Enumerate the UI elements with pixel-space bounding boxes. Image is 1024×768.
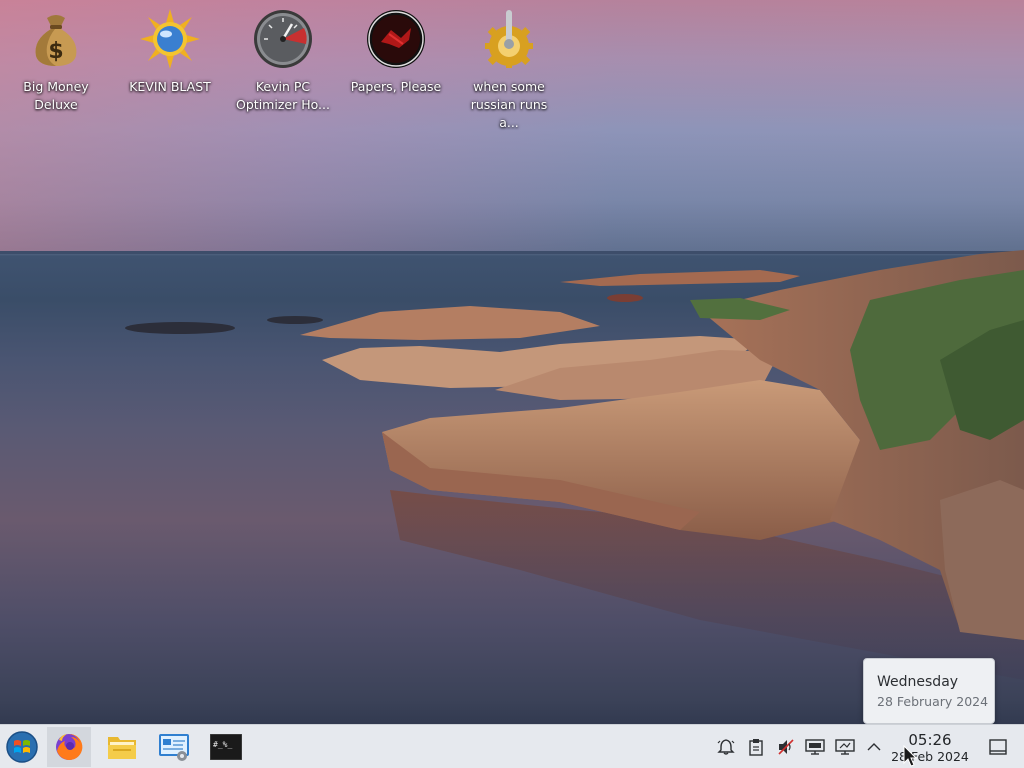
display-icon [805, 739, 825, 755]
firefox-launcher-button[interactable] [47, 727, 91, 767]
volume-tray-button[interactable] [776, 737, 796, 757]
taskbar: #_%_ 05:26 28 Feb 2024 [0, 724, 1024, 768]
mouse-cursor-icon [903, 745, 917, 767]
digital-clock[interactable]: 05:26 28 Feb 2024 [888, 731, 972, 765]
gear-joystick-icon [485, 10, 533, 68]
papers-please-emblem-icon [367, 10, 425, 68]
desktop-icon-papers-please[interactable]: Papers, Please [346, 8, 446, 96]
network-tray-button[interactable] [835, 737, 855, 757]
display-tray-button[interactable] [805, 737, 825, 757]
desktop-icon-label: Papers, Please [350, 79, 442, 94]
sun-globe-icon [140, 9, 200, 69]
show-hidden-icons-button[interactable] [864, 737, 884, 757]
terminal-launcher-button[interactable]: #_%_ [204, 727, 248, 767]
volume-muted-icon [778, 739, 794, 755]
svg-text:$: $ [48, 39, 63, 64]
money-bag-icon: $ [35, 15, 77, 66]
desktop-icon-big-money-deluxe[interactable]: $ Big Money Deluxe [6, 8, 106, 114]
system-settings-icon [159, 734, 189, 761]
clipboard-icon [749, 739, 763, 756]
desktop-icon-when-some-russian[interactable]: when some russian runs a... [459, 8, 559, 132]
desktop-icon-kevin-pc-optimizer[interactable]: Kevin PC Optimizer Ho... [233, 8, 333, 114]
system-settings-launcher-button[interactable] [152, 727, 196, 767]
clock-date: 28 Feb 2024 [891, 749, 969, 764]
desktop-icon-label: Kevin PC Optimizer Ho... [236, 79, 330, 112]
start-menu-button[interactable] [0, 727, 44, 767]
desktop[interactable]: $ Big Money Deluxe KEVIN BLAST Kevin PC … [0, 0, 1024, 768]
speedometer-icon [254, 10, 312, 68]
start-menu-icon [6, 731, 38, 763]
show-desktop-icon [989, 739, 1007, 755]
notifications-bell-icon [717, 739, 735, 755]
desktop-icon-label: Big Money Deluxe [23, 79, 89, 112]
terminal-icon: #_%_ [210, 734, 242, 760]
desktop-icon-kevin-blast[interactable]: KEVIN BLAST [120, 8, 220, 96]
desktop-icon-label: when some russian runs a... [470, 79, 548, 130]
network-icon [835, 739, 855, 755]
wallpaper-coastline [125, 250, 1024, 680]
tooltip-day-of-week: Wednesday [877, 674, 959, 690]
file-manager-icon [108, 737, 136, 759]
desktop-icon-label: KEVIN BLAST [129, 79, 211, 94]
tooltip-full-date: 28 February 2024 [877, 694, 989, 709]
svg-text:#_%_: #_%_ [213, 740, 232, 749]
clock-time: 05:26 [908, 731, 952, 749]
clock-date-tooltip: Wednesday 28 February 2024 [863, 658, 995, 724]
notifications-tray-button[interactable] [716, 737, 736, 757]
file-manager-launcher-button[interactable] [100, 727, 144, 767]
show-desktop-button[interactable] [988, 737, 1008, 757]
chevron-up-icon [867, 743, 881, 751]
clipboard-tray-button[interactable] [746, 737, 766, 757]
firefox-icon [56, 733, 83, 760]
